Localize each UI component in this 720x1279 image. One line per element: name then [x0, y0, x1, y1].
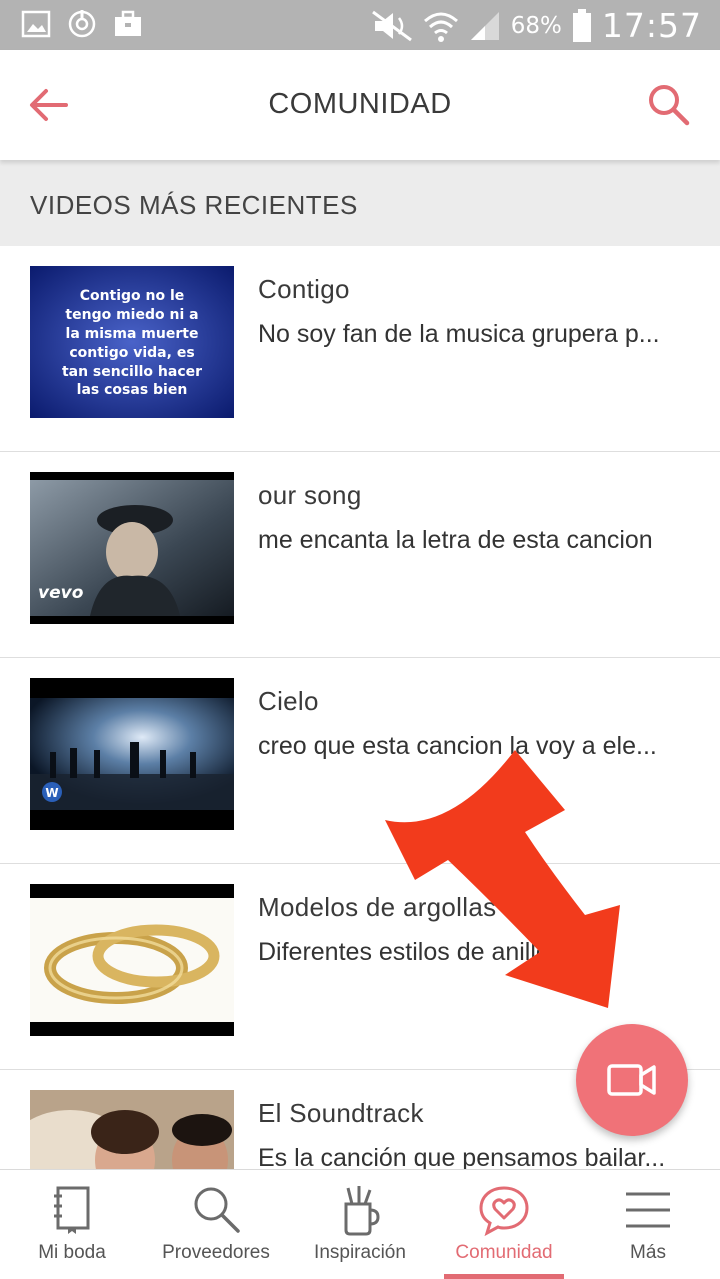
search-icon: [649, 85, 690, 126]
thumb-line: tan sencillo hacer: [62, 364, 202, 380]
video-thumbnail[interactable]: vevo: [30, 472, 234, 624]
thumb-line: las cosas bien: [77, 382, 188, 398]
video-description: me encanta la letra de esta cancion: [258, 526, 653, 554]
search-icon: [194, 1187, 240, 1233]
sync-icon: [68, 10, 96, 38]
video-thumbnail[interactable]: [30, 884, 234, 1036]
video-thumbnail[interactable]: [30, 1090, 234, 1169]
video-list-item[interactable]: Contigo no le tengo miedo ni a la misma …: [0, 246, 720, 452]
battery-percent: 68%: [510, 12, 562, 39]
thumb-line: la misma muerte: [66, 326, 199, 342]
video-thumbnail[interactable]: Contigo no le tengo miedo ni a la misma …: [30, 266, 234, 418]
video-thumbnail[interactable]: W: [30, 678, 234, 830]
video-description: No soy fan de la musica grupera p...: [258, 320, 660, 348]
briefcase-icon: [115, 10, 141, 36]
app-bar: COMUNIDAD: [0, 50, 720, 160]
menu-icon: [626, 1192, 670, 1228]
inspiration-cup-icon: [344, 1186, 380, 1236]
chat-heart-icon: [479, 1186, 529, 1237]
notebook-icon: [54, 1186, 90, 1234]
video-list-item[interactable]: vevo our song me encanta la letra de est…: [0, 452, 720, 658]
nav-label: Proveedores: [162, 1242, 270, 1263]
battery-icon: [572, 8, 591, 42]
active-tab-indicator: [444, 1274, 564, 1279]
nav-label: Más: [630, 1242, 666, 1263]
record-video-button[interactable]: [576, 1024, 688, 1136]
nav-label: Mi boda: [38, 1242, 106, 1263]
wifi-icon: [423, 12, 458, 42]
nav-item-mas[interactable]: Más: [576, 1170, 720, 1279]
image-icon: [21, 10, 51, 38]
nav-item-proveedores[interactable]: Proveedores: [144, 1170, 288, 1279]
vevo-badge: vevo: [38, 583, 84, 603]
bottom-navigation: Mi boda Proveedores Inspiración Comunida…: [0, 1169, 720, 1279]
nav-label: Inspiración: [314, 1242, 406, 1263]
nav-label: Comunidad: [455, 1242, 553, 1263]
thumb-line: Contigo no le: [80, 288, 185, 304]
section-header: VIDEOS MÁS RECIENTES: [0, 160, 720, 246]
video-title: Modelos de argollas: [258, 892, 497, 922]
thumb-line: contigo vida, es: [69, 345, 194, 361]
svg-text:W: W: [45, 786, 58, 800]
nav-item-comunidad[interactable]: Comunidad: [432, 1170, 576, 1279]
signal-icon: [470, 11, 499, 40]
video-camera-icon: [607, 1064, 656, 1096]
mute-icon: [371, 10, 412, 41]
video-description: creo que esta cancion la voy a ele...: [258, 732, 657, 760]
thumb-line: tengo miedo ni a: [65, 307, 198, 323]
nav-item-inspiracion[interactable]: Inspiración: [288, 1170, 432, 1279]
video-title: El Soundtrack: [258, 1098, 424, 1128]
section-title: VIDEOS MÁS RECIENTES: [30, 190, 358, 220]
clock: 17:57: [601, 6, 702, 45]
video-description: Diferentes estilos de anillos: [258, 938, 563, 966]
page-title: COMUNIDAD: [268, 88, 452, 120]
video-title: Contigo: [258, 274, 350, 304]
video-title: Cielo: [258, 686, 319, 716]
video-description: Es la canción que pensamos bailar...: [258, 1144, 666, 1169]
search-button[interactable]: [644, 80, 694, 130]
status-bar: 68% 17:57: [0, 0, 720, 50]
video-list-item[interactable]: W Cielo creo que esta cancion la voy a e…: [0, 658, 720, 864]
video-title: our song: [258, 480, 362, 510]
nav-item-mi-boda[interactable]: Mi boda: [0, 1170, 144, 1279]
